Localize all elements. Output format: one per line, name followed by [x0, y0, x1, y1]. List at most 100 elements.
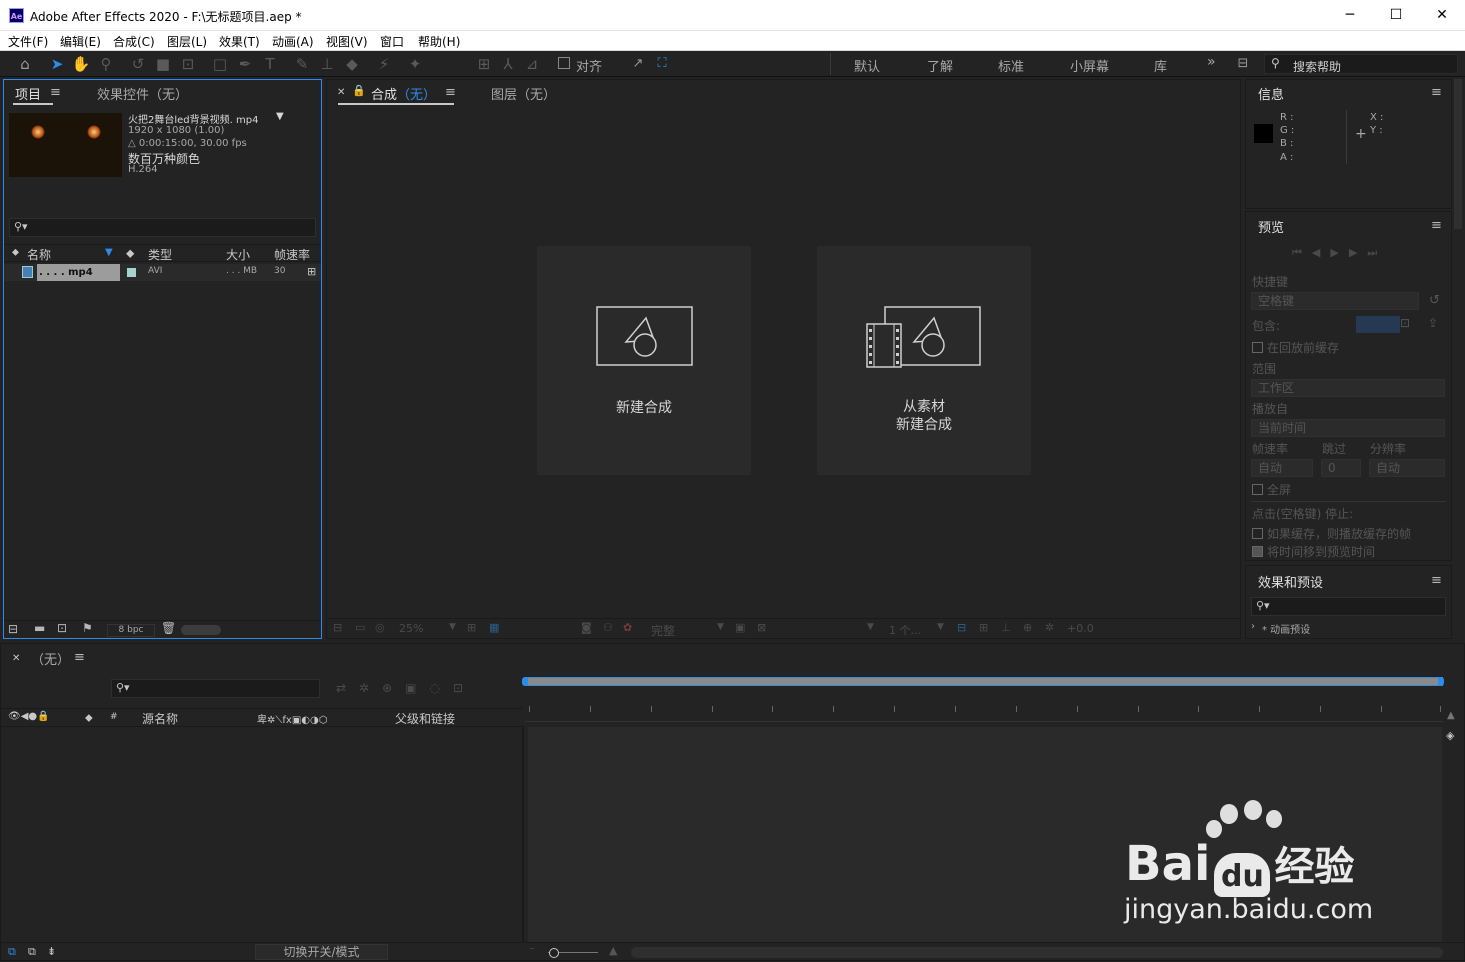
workspace-learn[interactable]: 了解: [927, 56, 953, 75]
label-tag-icon[interactable]: ⬥: [85, 711, 93, 725]
tab-effect-controls[interactable]: 效果控件（无）: [97, 84, 188, 103]
menu-layer[interactable]: 图层(L): [167, 33, 207, 50]
timeline-vertical-scrollbar[interactable]: [1444, 744, 1460, 942]
new-composition-card[interactable]: 新建合成: [537, 246, 751, 475]
label-color-swatch[interactable]: [127, 268, 136, 277]
monitor-icon[interactable]: ▭: [355, 621, 365, 634]
include-video-audio-toggles[interactable]: [1356, 316, 1400, 333]
transfer-controls-icon[interactable]: ⧉: [28, 945, 36, 959]
pan-behind-tool-icon[interactable]: ⊡: [178, 54, 198, 74]
menu-file[interactable]: 文件(F): [8, 33, 48, 50]
snap-checkbox[interactable]: [558, 57, 570, 69]
panel-menu-icon[interactable]: ≡: [1431, 573, 1442, 588]
exposure-icon[interactable]: ✲: [1045, 621, 1054, 634]
column-parent-link[interactable]: 父级和链接: [395, 710, 455, 727]
safe-area-icon[interactable]: ⊞: [467, 621, 476, 634]
close-icon[interactable]: ✕: [12, 653, 20, 664]
interpret-footage-icon[interactable]: ⊟: [8, 622, 18, 636]
menu-effect[interactable]: 效果(T): [219, 33, 260, 50]
animation-presets-item[interactable]: * 动画预设: [1262, 621, 1310, 636]
shortcut-select[interactable]: 空格键: [1251, 292, 1419, 310]
new-composition-icon[interactable]: ⊡: [57, 621, 67, 635]
toggle-switches-modes-button[interactable]: 切换开关/模式: [255, 944, 388, 960]
axis-world-icon[interactable]: ⅄: [498, 54, 518, 74]
menu-animation[interactable]: 动画(A): [272, 33, 314, 50]
workspace-small-screen[interactable]: 小屏幕: [1070, 56, 1109, 75]
tab-project[interactable]: 项目: [15, 84, 41, 103]
menu-window[interactable]: 窗口: [380, 33, 404, 50]
column-size[interactable]: 大小: [226, 246, 250, 263]
brush-tool-icon[interactable]: ✎: [292, 54, 312, 74]
move-time-option[interactable]: 将时间移到预览时间: [1252, 543, 1375, 560]
layer-switches-toggle-icon[interactable]: ⧉: [8, 945, 16, 959]
flowchart-icon[interactable]: ⊞: [307, 265, 316, 278]
menu-view[interactable]: 视图(V): [326, 33, 368, 50]
snapshot-icon[interactable]: ◙: [581, 621, 592, 634]
range-select[interactable]: 工作区: [1251, 379, 1445, 397]
av-switches-icons[interactable]: 👁◀●🔒: [8, 711, 50, 722]
tab-composition[interactable]: 合成: [371, 84, 397, 103]
cache-before-option[interactable]: 在回放前缓存: [1252, 339, 1339, 356]
footage-dropdown-icon[interactable]: ▼: [276, 111, 284, 122]
work-area-bar[interactable]: [525, 677, 1443, 686]
tag-icon[interactable]: ⬥: [126, 246, 134, 261]
work-area-end-handle[interactable]: [1438, 677, 1444, 686]
column-source-name[interactable]: 源名称: [142, 710, 178, 727]
tab-timeline[interactable]: （无）: [31, 649, 70, 668]
expand-arrow-icon[interactable]: ›: [1251, 621, 1255, 632]
reset-icon[interactable]: ↺: [1429, 293, 1440, 308]
fast-previews-icon[interactable]: ⊟: [957, 621, 966, 634]
region-of-interest-icon[interactable]: ▣: [735, 621, 745, 634]
views-dropdown[interactable]: 1 个...: [889, 622, 921, 638]
reset-exposure-icon[interactable]: ⊕: [1023, 621, 1032, 634]
cached-frames-option[interactable]: 如果缓存，则播放缓存的帧: [1252, 525, 1411, 542]
export-icon[interactable]: ⇪: [1428, 316, 1438, 330]
grid-icon[interactable]: ▦: [489, 621, 499, 634]
fps-select[interactable]: 自动: [1251, 459, 1313, 477]
timeline-icon[interactable]: ⊞: [979, 621, 988, 634]
overlay-icon[interactable]: ⊡: [1400, 316, 1410, 330]
tab-layer[interactable]: 图层（无）: [491, 84, 556, 103]
axis-view-icon[interactable]: ⊿: [522, 54, 542, 74]
hand-tool-icon[interactable]: ✋: [71, 54, 91, 74]
selection-tool-icon[interactable]: ➤: [47, 54, 67, 74]
channel-icon[interactable]: ✿: [623, 621, 632, 634]
zoom-out-icon[interactable]: ⁻: [529, 944, 535, 957]
new-folder-icon[interactable]: ▬: [34, 621, 45, 635]
move-time-checkbox[interactable]: [1252, 546, 1263, 557]
timeline-switch-icons[interactable]: ⇄✲⊕▣◌⊡: [336, 681, 476, 695]
panel-menu-icon[interactable]: ≡: [1431, 218, 1442, 233]
exposure-value[interactable]: +0.0: [1067, 622, 1094, 635]
cache-checkbox[interactable]: [1252, 342, 1263, 353]
dependency-icon[interactable]: ⚑: [82, 621, 93, 635]
thumbnail-scrollbar[interactable]: [181, 625, 221, 635]
pen-tool-icon[interactable]: ✒: [235, 54, 255, 74]
new-comp-from-footage-card[interactable]: 从素材 新建合成: [817, 246, 1031, 475]
preview-title[interactable]: 预览: [1258, 217, 1284, 236]
cached-frames-checkbox[interactable]: [1252, 528, 1263, 539]
puppet-tool-icon[interactable]: ✦: [405, 54, 425, 74]
column-name[interactable]: 名称: [27, 246, 51, 263]
layer-switches-icons[interactable]: 卑✲⟍fx▣◐◑⬡: [257, 711, 327, 726]
menu-composition[interactable]: 合成(C): [113, 33, 155, 50]
close-button[interactable]: ✕: [1419, 0, 1465, 31]
menu-help[interactable]: 帮助(H): [418, 33, 460, 50]
help-search-input[interactable]: ⚲ 搜索帮助: [1264, 54, 1458, 74]
timeline-horizontal-scrollbar[interactable]: [631, 947, 1443, 958]
row-name[interactable]: . . . . mp4: [37, 264, 120, 281]
column-type[interactable]: 类型: [148, 246, 172, 263]
eraser-tool-icon[interactable]: ◆: [342, 54, 362, 74]
column-number[interactable]: #: [110, 712, 118, 722]
clone-stamp-tool-icon[interactable]: ⊥: [317, 54, 337, 74]
zoom-dropdown[interactable]: 25%: [399, 622, 423, 635]
playback-controls[interactable]: ⏮◀▶▶⏭: [1292, 246, 1387, 260]
tab-composition-name[interactable]: （无）: [397, 84, 436, 103]
type-tool-icon[interactable]: T: [260, 54, 280, 74]
menu-edit[interactable]: 编辑(E): [60, 33, 101, 50]
panel-menu-icon[interactable]: ≡: [1431, 85, 1442, 100]
axis-local-icon[interactable]: ⊞: [474, 54, 494, 74]
right-scrollbar[interactable]: [1454, 79, 1462, 229]
project-search-input[interactable]: ⚲▾: [9, 218, 316, 237]
panel-menu-icon[interactable]: ≡: [50, 85, 61, 100]
show-snapshot-icon[interactable]: ⚇: [603, 621, 613, 634]
